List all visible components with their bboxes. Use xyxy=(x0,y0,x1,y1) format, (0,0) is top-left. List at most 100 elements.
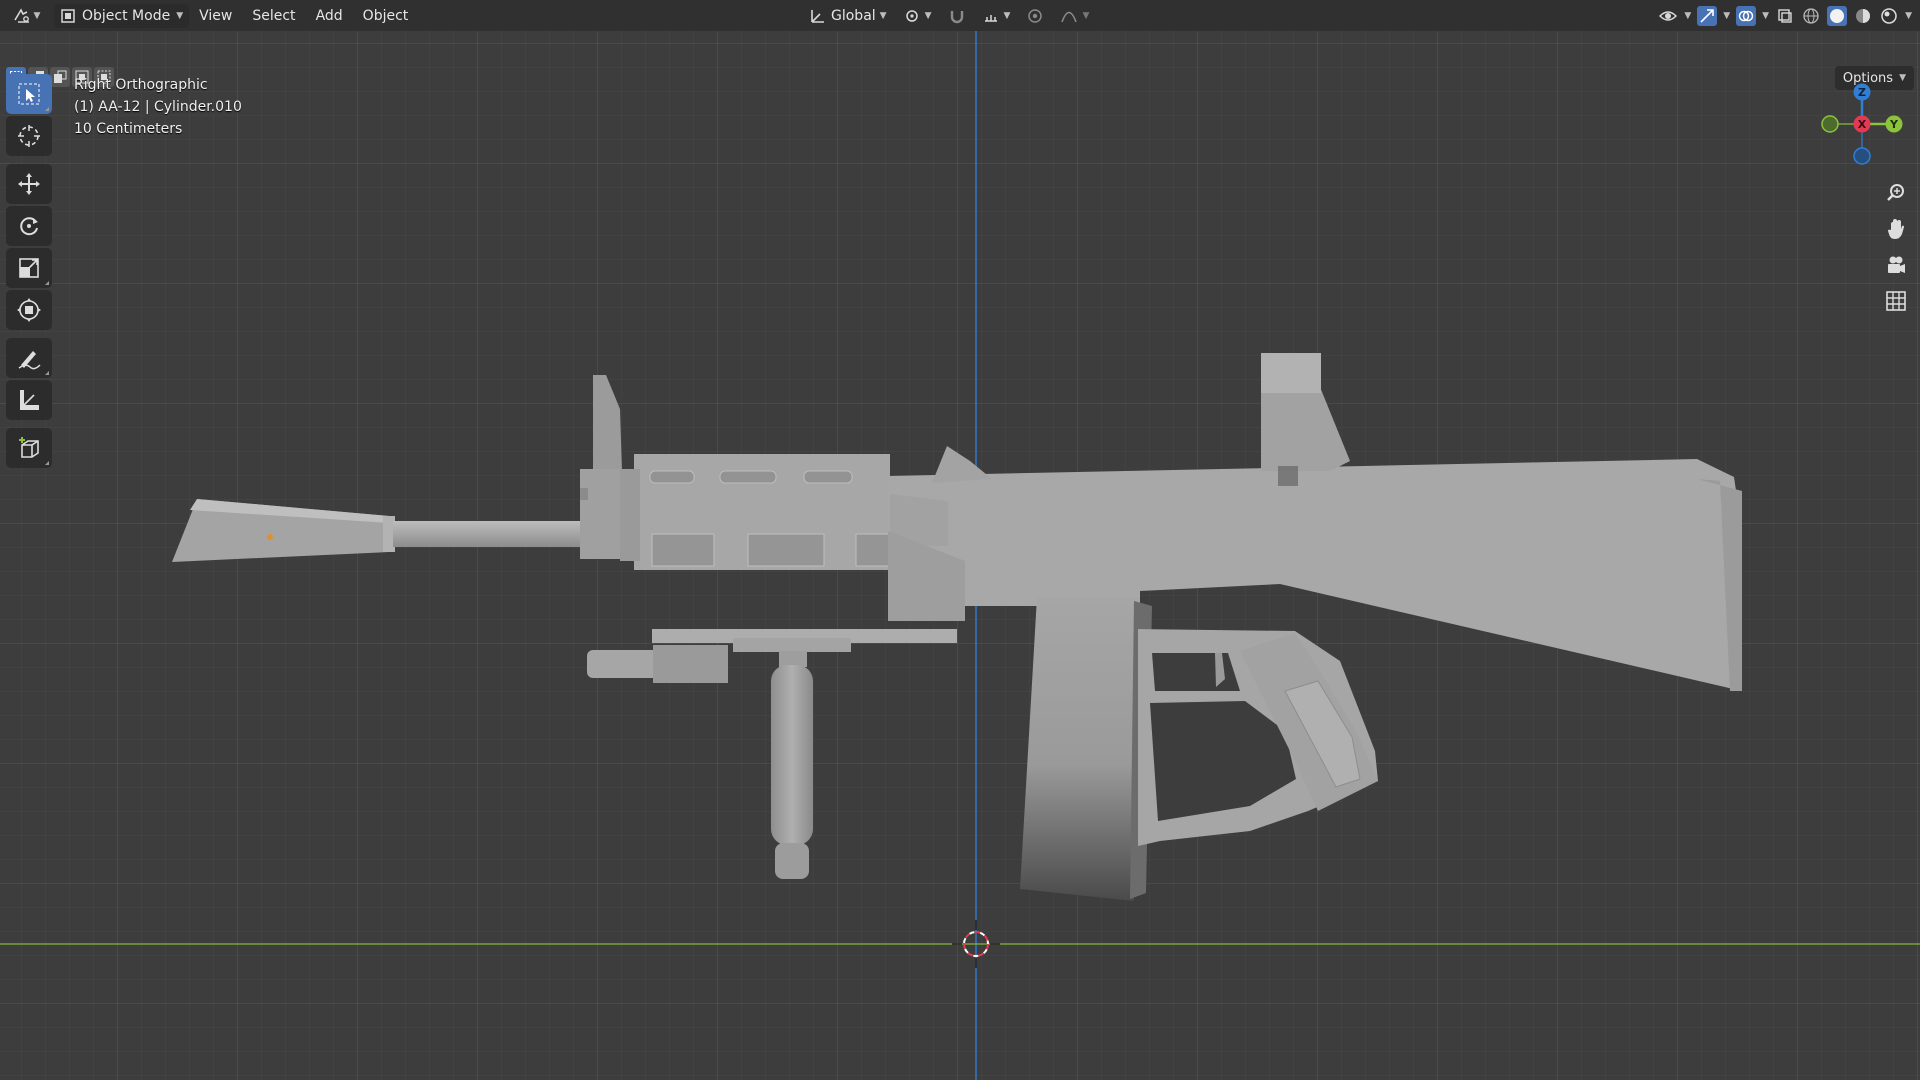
material-shading-icon[interactable] xyxy=(1853,6,1873,26)
measure-tool[interactable] xyxy=(6,380,52,420)
rail-panel xyxy=(747,533,825,567)
navigation-buttons xyxy=(1880,178,1912,316)
rendered-shading-icon[interactable] xyxy=(1879,6,1899,26)
move-icon xyxy=(18,173,40,195)
vent-slot xyxy=(803,470,853,484)
rear-sight-gap xyxy=(1278,466,1298,486)
gizmo-x-label: X xyxy=(1858,118,1867,131)
zoom-button[interactable] xyxy=(1880,178,1912,208)
viewport-header: ▼ Object Mode ▼ View Select Add Object G… xyxy=(0,0,1920,31)
select-box-tool[interactable] xyxy=(6,74,52,114)
view-name: Right Orthographic xyxy=(74,77,208,93)
trigger-guard-cut xyxy=(1152,653,1240,691)
gizmo-neg-y-handle[interactable] xyxy=(1821,115,1839,133)
drum-magazine xyxy=(1020,597,1138,901)
rotate-tool[interactable] xyxy=(6,206,52,246)
charging-handle xyxy=(932,446,992,483)
flashlight-mount xyxy=(653,645,728,683)
pivot-point-dropdown[interactable]: ▼ xyxy=(899,4,936,28)
select-box-icon xyxy=(18,83,40,105)
header-right: ▼ ▼ ▼ ▼ xyxy=(1658,0,1912,31)
rail-panel xyxy=(651,533,715,567)
transform-tool[interactable] xyxy=(6,290,52,330)
active-object-name: (1) AA-12 | Cylinder.010 xyxy=(74,99,242,115)
falloff-dropdown[interactable]: ▼ xyxy=(1056,4,1093,28)
camera-view-button[interactable] xyxy=(1880,250,1912,280)
object-mode-dropdown[interactable]: Object Mode ▼ xyxy=(54,3,190,28)
chevron-down-icon: ▼ xyxy=(879,10,887,21)
cursor-icon xyxy=(18,125,40,147)
xray-toggle-icon[interactable] xyxy=(1775,6,1795,26)
snap-increment-icon xyxy=(984,14,997,22)
solid-shading-icon[interactable] xyxy=(1827,5,1848,26)
rotate-icon xyxy=(20,217,38,236)
orientation-icon xyxy=(811,9,824,23)
cursor-tool[interactable] xyxy=(6,116,52,156)
rear-sight-top xyxy=(1261,353,1321,393)
select-subtract-button[interactable] xyxy=(50,67,70,87)
vent-slot xyxy=(649,470,695,484)
chevron-down-icon: ▼ xyxy=(924,10,932,21)
front-notch xyxy=(580,488,588,500)
aa12-model[interactable] xyxy=(172,353,1742,901)
3d-viewport[interactable]: Options ▼ Right Orthographic (1) AA-12 |… xyxy=(0,31,1920,1080)
viewport-info: Right Orthographic (1) AA-12 | Cylinder.… xyxy=(74,74,242,140)
mode-label: Object Mode xyxy=(82,7,171,24)
measure-ruler-icon xyxy=(20,390,39,410)
header-left: ▼ Object Mode ▼ View Select Add Object xyxy=(0,0,418,31)
gizmo-toggle-icon[interactable] xyxy=(1697,5,1718,26)
menu-select[interactable]: Select xyxy=(242,4,305,28)
chevron-down-icon: ▼ xyxy=(1082,10,1090,21)
3d-viewport-icon xyxy=(13,7,29,23)
menu-object[interactable]: Object xyxy=(353,4,419,28)
grid-icon xyxy=(1886,291,1906,311)
perspective-toggle-button[interactable] xyxy=(1880,286,1912,316)
editor-type-button[interactable]: ▼ xyxy=(6,4,46,28)
handguard-front xyxy=(620,469,640,561)
overlays-toggle-icon[interactable] xyxy=(1736,5,1757,26)
menu-add[interactable]: Add xyxy=(306,4,353,28)
scale-tool[interactable] xyxy=(6,248,52,288)
pivot-icon xyxy=(905,9,918,22)
orientation-label: Global xyxy=(831,7,876,24)
proportional-edit-toggle[interactable] xyxy=(1022,4,1048,28)
object-mode-icon xyxy=(61,8,75,23)
grid-scale-label: 10 Centimeters xyxy=(74,121,183,137)
chevron-down-icon[interactable]: ▼ xyxy=(1762,11,1769,21)
chevron-down-icon[interactable]: ▼ xyxy=(1905,11,1912,21)
annotate-pencil-icon xyxy=(18,351,41,370)
proportional-edit-icon xyxy=(1028,8,1043,23)
front-sight xyxy=(593,375,622,471)
falloff-curve-icon xyxy=(1061,11,1078,22)
snap-toggle[interactable] xyxy=(944,4,970,28)
snap-target-dropdown[interactable]: ▼ xyxy=(978,4,1015,28)
menu-view[interactable]: View xyxy=(189,4,242,28)
wireframe-shading-icon[interactable] xyxy=(1801,6,1821,26)
chevron-down-icon[interactable]: ▼ xyxy=(1723,11,1730,21)
vent-slot xyxy=(719,470,777,484)
foregrip-cap xyxy=(775,843,809,879)
chevron-down-icon: ▼ xyxy=(1003,10,1011,21)
transform-icon xyxy=(17,298,41,322)
add-cube-icon xyxy=(19,437,39,458)
zoom-magnifier-icon xyxy=(1887,184,1904,201)
select-subtract-icon xyxy=(54,70,67,83)
navigation-gizmo[interactable]: Z Y X xyxy=(1810,74,1910,174)
camera-icon xyxy=(1888,256,1905,273)
chevron-down-icon: ▼ xyxy=(33,10,41,21)
gizmo-z-label: Z xyxy=(1858,86,1866,99)
hand-icon xyxy=(1888,219,1904,239)
gizmo-neg-z-handle[interactable] xyxy=(1853,147,1871,165)
annotate-tool[interactable] xyxy=(6,338,52,378)
object-origin xyxy=(267,534,273,540)
visibility-eye-icon[interactable] xyxy=(1658,6,1678,26)
barrel xyxy=(393,521,593,547)
chevron-down-icon[interactable]: ▼ xyxy=(1684,11,1691,21)
move-tool[interactable] xyxy=(6,164,52,204)
pan-button[interactable] xyxy=(1880,214,1912,244)
magnet-icon xyxy=(950,10,963,23)
transform-orientation-dropdown[interactable]: Global ▼ xyxy=(805,4,891,28)
add-cube-tool[interactable] xyxy=(6,428,52,468)
header-center: Global ▼ ▼ ▼ ▼ xyxy=(805,0,1093,31)
tool-shelf xyxy=(6,74,52,468)
